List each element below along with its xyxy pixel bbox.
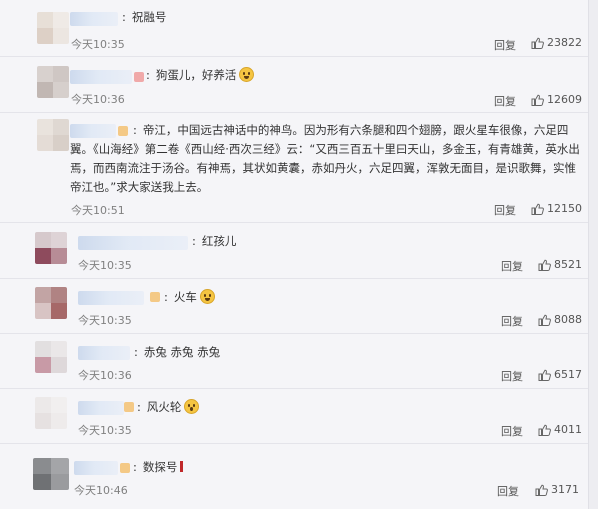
like-count: 6517 [554,368,582,381]
like-count: 4011 [554,423,582,436]
reply-button[interactable]: 回复 [497,483,519,499]
comment-item: : 狗蛋儿，好养活 今天10:36 回复 12609 [0,57,588,113]
reply-button[interactable]: 回复 [494,37,516,53]
comment-item: : 火车 今天10:35 回复 8088 [0,279,588,334]
thumbs-up-icon [538,259,551,271]
scrollbar[interactable] [589,0,598,509]
like-count: 23822 [547,36,582,49]
like-button[interactable]: 3171 [535,483,579,496]
comment-text: : 祝融号 [122,10,167,24]
emoji-icon [184,399,200,414]
avatar[interactable] [37,119,69,151]
comment-time: 今天10:51 [71,204,125,217]
thumbs-up-icon [538,369,551,381]
reply-button[interactable]: 回复 [501,313,523,329]
comment-text: : 风火轮 [137,398,437,417]
avatar[interactable] [35,232,67,264]
comment-text: : 数探号 [133,458,433,477]
avatar[interactable] [33,458,69,490]
comment-list: : 祝融号 今天10:35 回复 23822 : 狗蛋儿，好养活 今天10:36 回… [0,0,589,509]
thumbs-up-icon [531,203,544,215]
comment-time: 今天10:36 [78,369,132,382]
avatar[interactable] [35,341,67,373]
username-link[interactable] [78,401,124,415]
vip-badge [134,72,144,82]
username-link[interactable] [78,346,130,360]
avatar[interactable] [35,397,67,429]
comment-text: : 火车 [164,288,464,307]
thumbs-up-icon [538,424,551,436]
comment-time: 今天10:35 [71,38,125,51]
comment-item: : 赤兔 赤兔 赤兔 今天10:36 回复 6517 [0,334,588,389]
flag-icon [180,461,184,472]
thumbs-up-icon [531,37,544,49]
username-link[interactable] [78,236,188,250]
like-button[interactable]: 8088 [538,313,582,326]
reply-button[interactable]: 回复 [494,202,516,218]
username-link[interactable] [78,291,144,305]
like-button[interactable]: 6517 [538,368,582,381]
username-link[interactable] [74,461,118,475]
thumbs-up-icon [538,314,551,326]
like-button[interactable]: 12150 [531,202,582,215]
emoji-icon [239,67,255,82]
reply-button[interactable]: 回复 [501,423,523,439]
like-button[interactable]: 12609 [531,93,582,106]
like-count: 12150 [547,202,582,215]
username-link[interactable] [70,70,132,84]
comment-time: 今天10:36 [71,93,125,106]
reply-button[interactable]: 回复 [501,258,523,274]
comment-text: : 帝江，中国远古神话中的神鸟。因为形有六条腿和四个翅膀，跟火星车很像，六足四翼。… [70,123,580,194]
comment-time: 今天10:35 [78,314,132,327]
emoji-icon [199,289,215,304]
comment-time: 今天10:35 [78,259,132,272]
reply-button[interactable]: 回复 [494,93,516,109]
reply-button[interactable]: 回复 [501,368,523,384]
comment-text: : 红孩儿 [192,234,237,248]
avatar[interactable] [35,287,67,319]
comment-text: : 赤兔 赤兔 赤兔 [134,345,221,359]
comment-time: 今天10:46 [74,484,128,497]
vip-badge [124,402,134,412]
like-count: 3171 [551,483,579,496]
like-count: 12609 [547,93,582,106]
username-link[interactable] [70,12,118,26]
comment-item: : 风火轮 今天10:35 回复 4011 [0,389,588,444]
thumbs-up-icon [531,94,544,106]
like-count: 8088 [554,313,582,326]
vip-badge [120,463,130,473]
avatar[interactable] [37,66,69,98]
like-count: 8521 [554,258,582,271]
thumbs-up-icon [535,484,548,496]
vip-badge [150,292,160,302]
like-button[interactable]: 4011 [538,423,582,436]
avatar[interactable] [37,12,69,44]
like-button[interactable]: 8521 [538,258,582,271]
like-button[interactable]: 23822 [531,36,582,49]
comment-time: 今天10:35 [78,424,132,437]
comment-item: : 祝融号 今天10:35 回复 23822 [0,0,588,57]
comment-text: : 狗蛋儿，好养活 [146,66,546,85]
comment-item: : 红孩儿 今天10:35 回复 8521 [0,223,588,279]
comment-item: : 帝江，中国远古神话中的神鸟。因为形有六条腿和四个翅膀，跟火星车很像，六足四翼。… [0,113,588,223]
comment-item: : 数探号 今天10:46 回复 3171 [0,444,588,509]
